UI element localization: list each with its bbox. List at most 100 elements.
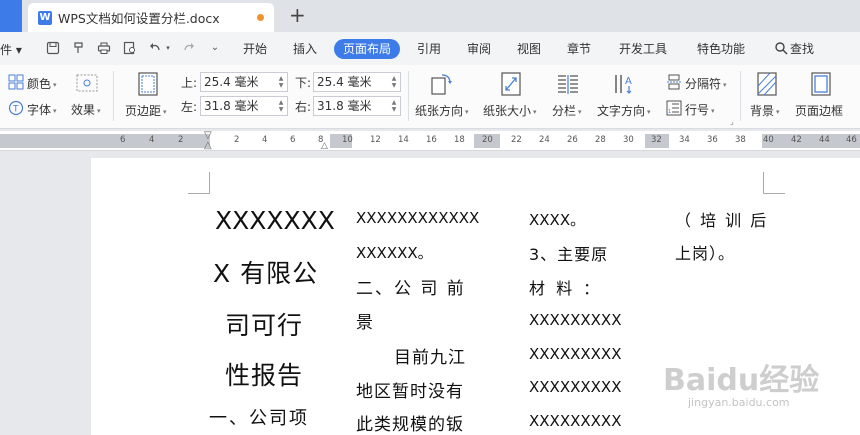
ruler-number: 42: [791, 135, 802, 145]
ruler-number: 40: [763, 135, 774, 145]
columns-icon[interactable]: [556, 72, 578, 94]
doc-line: 景: [356, 313, 373, 333]
new-tab-button[interactable]: +: [289, 5, 306, 25]
ribbon-separator: [408, 71, 409, 121]
doc-line: XXXX。: [529, 211, 586, 229]
app-menu-edge[interactable]: [0, 0, 22, 32]
breaks-icon[interactable]: [666, 74, 682, 90]
document-tab[interactable]: W WPS文档如何设置分栏.docx: [28, 3, 274, 32]
theme-color-icon[interactable]: [8, 74, 24, 90]
right-indent-marker[interactable]: △: [321, 141, 328, 151]
doc-line: 此类规模的钣: [356, 415, 464, 435]
print-preview-icon[interactable]: [123, 41, 137, 55]
page-background-icon[interactable]: [756, 72, 778, 96]
svg-text:T: T: [12, 105, 19, 115]
doc-line: 3、主要原: [529, 245, 609, 264]
baidu-jingyan-watermark: Baidu经验: [663, 363, 820, 398]
ruler-number: 46: [846, 135, 857, 145]
doc-line: XXXXXXXXX: [529, 311, 622, 329]
ruler-number: 32: [651, 135, 662, 145]
menu-bar: 件 ▾ ▾ ⌄ 开始 插入 页面布局 引用 审阅 视图 章节 开发工具 特色功能…: [0, 32, 860, 65]
hanging-indent-marker[interactable]: △: [204, 141, 212, 151]
margin-corner-mark: [763, 172, 785, 194]
doc-line: XXXXXX。: [356, 244, 433, 262]
ruler-number: 28: [595, 135, 606, 145]
ruler-number: 34: [679, 135, 690, 145]
page-size-icon[interactable]: [500, 72, 522, 96]
undo-icon[interactable]: [148, 41, 162, 55]
svg-text:A: A: [625, 76, 632, 87]
margin-corner-mark: [188, 172, 210, 194]
columns-label[interactable]: 分栏 ▾: [552, 102, 582, 119]
ruler-number: 24: [539, 135, 550, 145]
tab-review[interactable]: 审阅: [458, 39, 500, 59]
line-numbers-icon[interactable]: 1: [666, 100, 682, 116]
format-painter-icon[interactable]: [72, 41, 86, 55]
theme-color-label[interactable]: 颜色 ▾: [27, 75, 57, 92]
doc-line: 性报告: [225, 361, 304, 390]
page-border-icon[interactable]: [810, 72, 832, 96]
theme-effect-label[interactable]: 效果 ▾: [71, 101, 101, 118]
bottom-margin-field[interactable]: 25.4 毫米 ▲ ▼: [313, 72, 401, 92]
margins-label[interactable]: 页边距 ▾: [125, 102, 167, 119]
tab-references[interactable]: 引用: [408, 39, 450, 59]
tab-insert[interactable]: 插入: [284, 39, 326, 59]
tab-chapter[interactable]: 章节: [558, 39, 600, 59]
doc-line: （ 培 训 后: [675, 211, 769, 230]
ribbon-expand-icon[interactable]: ⌟: [730, 117, 734, 126]
text-direction-icon[interactable]: A: [612, 72, 634, 94]
top-margin-field[interactable]: 25.4 毫米 ▲ ▼: [200, 72, 288, 92]
doc-line: XXXXXXXXX: [529, 412, 622, 430]
tab-page-layout[interactable]: 页面布局: [334, 39, 401, 59]
doc-line: 上岗）。: [675, 244, 736, 263]
doc-line: 目前九江: [394, 348, 466, 368]
tab-view[interactable]: 视图: [508, 39, 550, 59]
watermark-url: jingyan.baidu.com: [688, 396, 790, 409]
tab-start[interactable]: 开始: [234, 39, 276, 59]
ruler-number: 22: [511, 135, 522, 145]
left-margin-field[interactable]: 31.8 毫米 ▲ ▼: [200, 96, 288, 116]
text-direction-label[interactable]: 文字方向 ▾: [597, 102, 651, 119]
ruler-number: 12: [370, 135, 381, 145]
ruler-number: 4: [149, 135, 155, 145]
undo-dropdown-icon[interactable]: ▾: [164, 41, 172, 55]
line-numbers-label[interactable]: 行号 ▾: [685, 101, 715, 118]
page-background-label[interactable]: 背景 ▾: [750, 102, 780, 119]
ruler-number: 4: [262, 135, 268, 145]
page-orientation-icon[interactable]: [430, 72, 452, 95]
find-button[interactable]: 查找: [781, 39, 823, 59]
breaks-label[interactable]: 分隔符 ▾: [685, 75, 727, 92]
ruler-number: 38: [735, 135, 746, 145]
print-icon[interactable]: [97, 41, 111, 55]
customize-toolbar-icon[interactable]: ⌄: [208, 41, 222, 55]
margins-icon[interactable]: [137, 72, 159, 96]
ruler-number: 30: [623, 135, 634, 145]
page-size-label[interactable]: 纸张大小 ▾: [483, 102, 537, 119]
file-menu[interactable]: 件 ▾: [0, 41, 22, 58]
ribbon-separator: [113, 71, 114, 121]
theme-font-icon[interactable]: T: [8, 100, 24, 116]
ruler-number: 20: [482, 135, 493, 145]
document-tab-title: WPS文档如何设置分栏.docx: [58, 11, 220, 26]
doc-line: XXXXXXXXXXXX: [356, 209, 480, 227]
horizontal-ruler[interactable]: 6 4 2 2 4 6 8 10 12 14 16 18 20 22 24 26…: [0, 131, 860, 151]
page-orientation-label[interactable]: 纸张方向 ▾: [415, 102, 469, 119]
ruler-number: 16: [426, 135, 437, 145]
theme-font-label[interactable]: 字体 ▾: [27, 101, 57, 118]
tab-developer[interactable]: 开发工具: [610, 39, 676, 59]
bottom-margin-label: 下:: [295, 76, 312, 90]
right-margin-label: 右:: [295, 100, 312, 114]
page-border-label[interactable]: 页面边框: [795, 102, 843, 119]
right-margin-field[interactable]: 31.8 毫米 ▲ ▼: [313, 96, 401, 116]
ruler-number: 10: [342, 135, 353, 145]
redo-icon[interactable]: [182, 41, 196, 55]
left-margin-label: 左:: [181, 100, 198, 114]
save-icon[interactable]: [46, 41, 60, 55]
tab-special-features[interactable]: 特色功能: [688, 39, 754, 59]
effect-preview-icon[interactable]: [76, 74, 98, 92]
wps-writer-icon: W: [38, 10, 52, 25]
ribbon-separator: [740, 71, 741, 121]
ruler-number: 14: [398, 135, 409, 145]
ruler-number: 6: [290, 135, 296, 145]
doc-line: XXXXXXX: [215, 206, 335, 235]
